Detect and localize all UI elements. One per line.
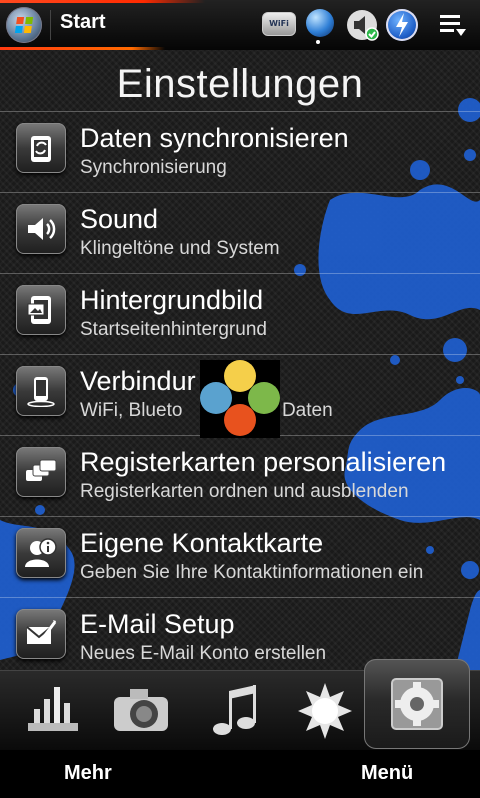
item-title: Sound <box>80 204 159 234</box>
gear-icon <box>391 678 443 730</box>
sun-icon <box>298 683 352 739</box>
start-button[interactable] <box>6 7 42 43</box>
more-softkey[interactable]: Mehr <box>64 762 112 785</box>
settings-item-sound[interactable]: Sound Klingeltöne und System <box>0 192 480 273</box>
camera-tab[interactable] <box>106 679 176 743</box>
tab-bar <box>0 659 480 751</box>
phone-icon <box>16 366 66 416</box>
wallpaper-icon <box>16 285 66 335</box>
music-note-icon <box>213 685 256 735</box>
sync-icon <box>16 123 66 173</box>
softkey-bar: Mehr Menü <box>0 750 480 798</box>
menu-softkey[interactable]: Menü <box>361 762 413 785</box>
status-bar: Start WiFi <box>0 0 480 50</box>
item-title: Hintergrundbild <box>80 285 264 315</box>
contact-card-icon <box>16 528 66 578</box>
settings-item-contact-card[interactable]: Eigene Kontaktkarte Geben Sie Ihre Konta… <box>0 516 480 597</box>
item-subtitle: Klingeltöne und System <box>80 238 280 259</box>
chart-icon <box>28 687 78 731</box>
menu-dropdown-icon[interactable] <box>438 12 468 38</box>
item-subtitle-start: WiFi, Blueto <box>80 400 183 421</box>
item-subtitle: Synchronisierung <box>80 157 227 178</box>
wifi-icon[interactable]: WiFi <box>262 12 296 36</box>
item-title: Registerkarten personalisieren <box>80 447 447 477</box>
email-setup-icon <box>16 609 66 659</box>
app-title: Start <box>60 11 106 33</box>
camera-icon <box>114 689 168 731</box>
item-title: Eigene Kontaktkarte <box>80 528 324 558</box>
item-title: Verbindur <box>80 366 196 396</box>
item-subtitle: Registerkarten ordnen und ausblenden <box>80 481 409 502</box>
item-title: Daten synchronisieren <box>80 123 349 153</box>
battery-icon[interactable] <box>386 9 418 41</box>
settings-item-sync[interactable]: Daten synchronisieren Synchronisierung <box>0 111 480 192</box>
item-title: E-Mail Setup <box>80 609 235 639</box>
stocks-tab[interactable] <box>18 679 88 743</box>
item-subtitle: Neues E-Mail Konto erstellen <box>80 643 327 664</box>
settings-panel: Einstellungen Daten synchronisieren Sync… <box>0 50 480 670</box>
music-tab[interactable] <box>200 679 270 743</box>
tabs-icon <box>16 447 66 497</box>
data-connection-icon[interactable] <box>306 9 334 37</box>
volume-icon[interactable] <box>346 9 380 41</box>
overlay-logo-icon <box>200 360 280 438</box>
status-separator <box>50 10 51 40</box>
item-subtitle: Geben Sie Ihre Kontaktinformationen ein <box>80 562 424 583</box>
activity-dot-icon <box>316 40 320 44</box>
speaker-icon <box>16 204 66 254</box>
settings-item-wallpaper[interactable]: Hintergrundbild Startseitenhintergrund <box>0 273 480 354</box>
windows-flag-icon <box>14 17 34 33</box>
weather-tab[interactable] <box>290 679 360 743</box>
status-accent-line <box>0 0 205 3</box>
page-title: Einstellungen <box>116 62 364 106</box>
item-subtitle: Startseitenhintergrund <box>80 319 267 340</box>
settings-item-tabs[interactable]: Registerkarten personalisieren Registerk… <box>0 435 480 516</box>
settings-tab[interactable] <box>364 659 470 749</box>
